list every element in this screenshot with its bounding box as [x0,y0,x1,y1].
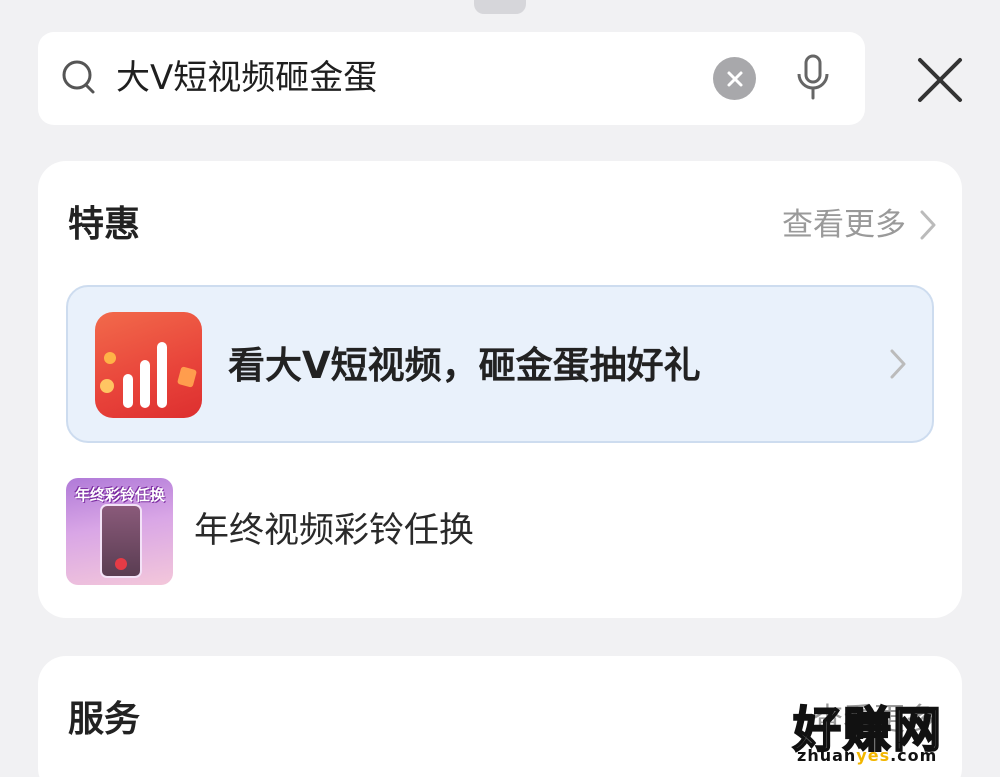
clear-search-button[interactable] [713,57,756,100]
chevron-right-icon [890,349,906,379]
services-title: 服务 [68,699,141,740]
promo-item[interactable]: 看大V短视频，砸金蛋抽好礼 [66,285,934,443]
ringtone-item[interactable]: 年终彩铃任换 年终视频彩铃任换 [66,478,934,586]
close-icon [727,71,742,86]
phone-icon [100,504,142,578]
chevron-right-icon [920,210,936,240]
search-icon [60,58,100,102]
ringtone-label: 年终视频彩铃任换 [194,511,475,551]
close-icon [918,58,962,102]
more-label: 查看更多 [812,702,936,738]
microphone-icon [797,54,829,100]
thumbnail-title: 年终彩铃任换 [74,486,165,504]
deals-card: 特惠 查看更多 看大V短视频，砸金蛋抽好礼 年终彩铃任换 年终视频彩铃任换 [38,161,962,618]
services-more-link[interactable]: 查看更多 [812,700,936,740]
more-label: 查看更多 [782,207,906,243]
voice-input-button[interactable] [793,52,833,104]
bar-chart-app-icon [95,312,202,418]
deals-title: 特惠 [68,204,141,245]
deals-more-link[interactable]: 查看更多 [782,205,936,245]
close-button[interactable] [912,52,968,108]
services-card: 服务 查看更多 [38,656,962,777]
search-input[interactable]: 大V短视频砸金蛋 [116,52,377,104]
promo-label: 看大V短视频，砸金蛋抽好礼 [228,344,701,387]
ringtone-thumbnail: 年终彩铃任换 [66,478,173,585]
sheet-handle [474,0,526,14]
